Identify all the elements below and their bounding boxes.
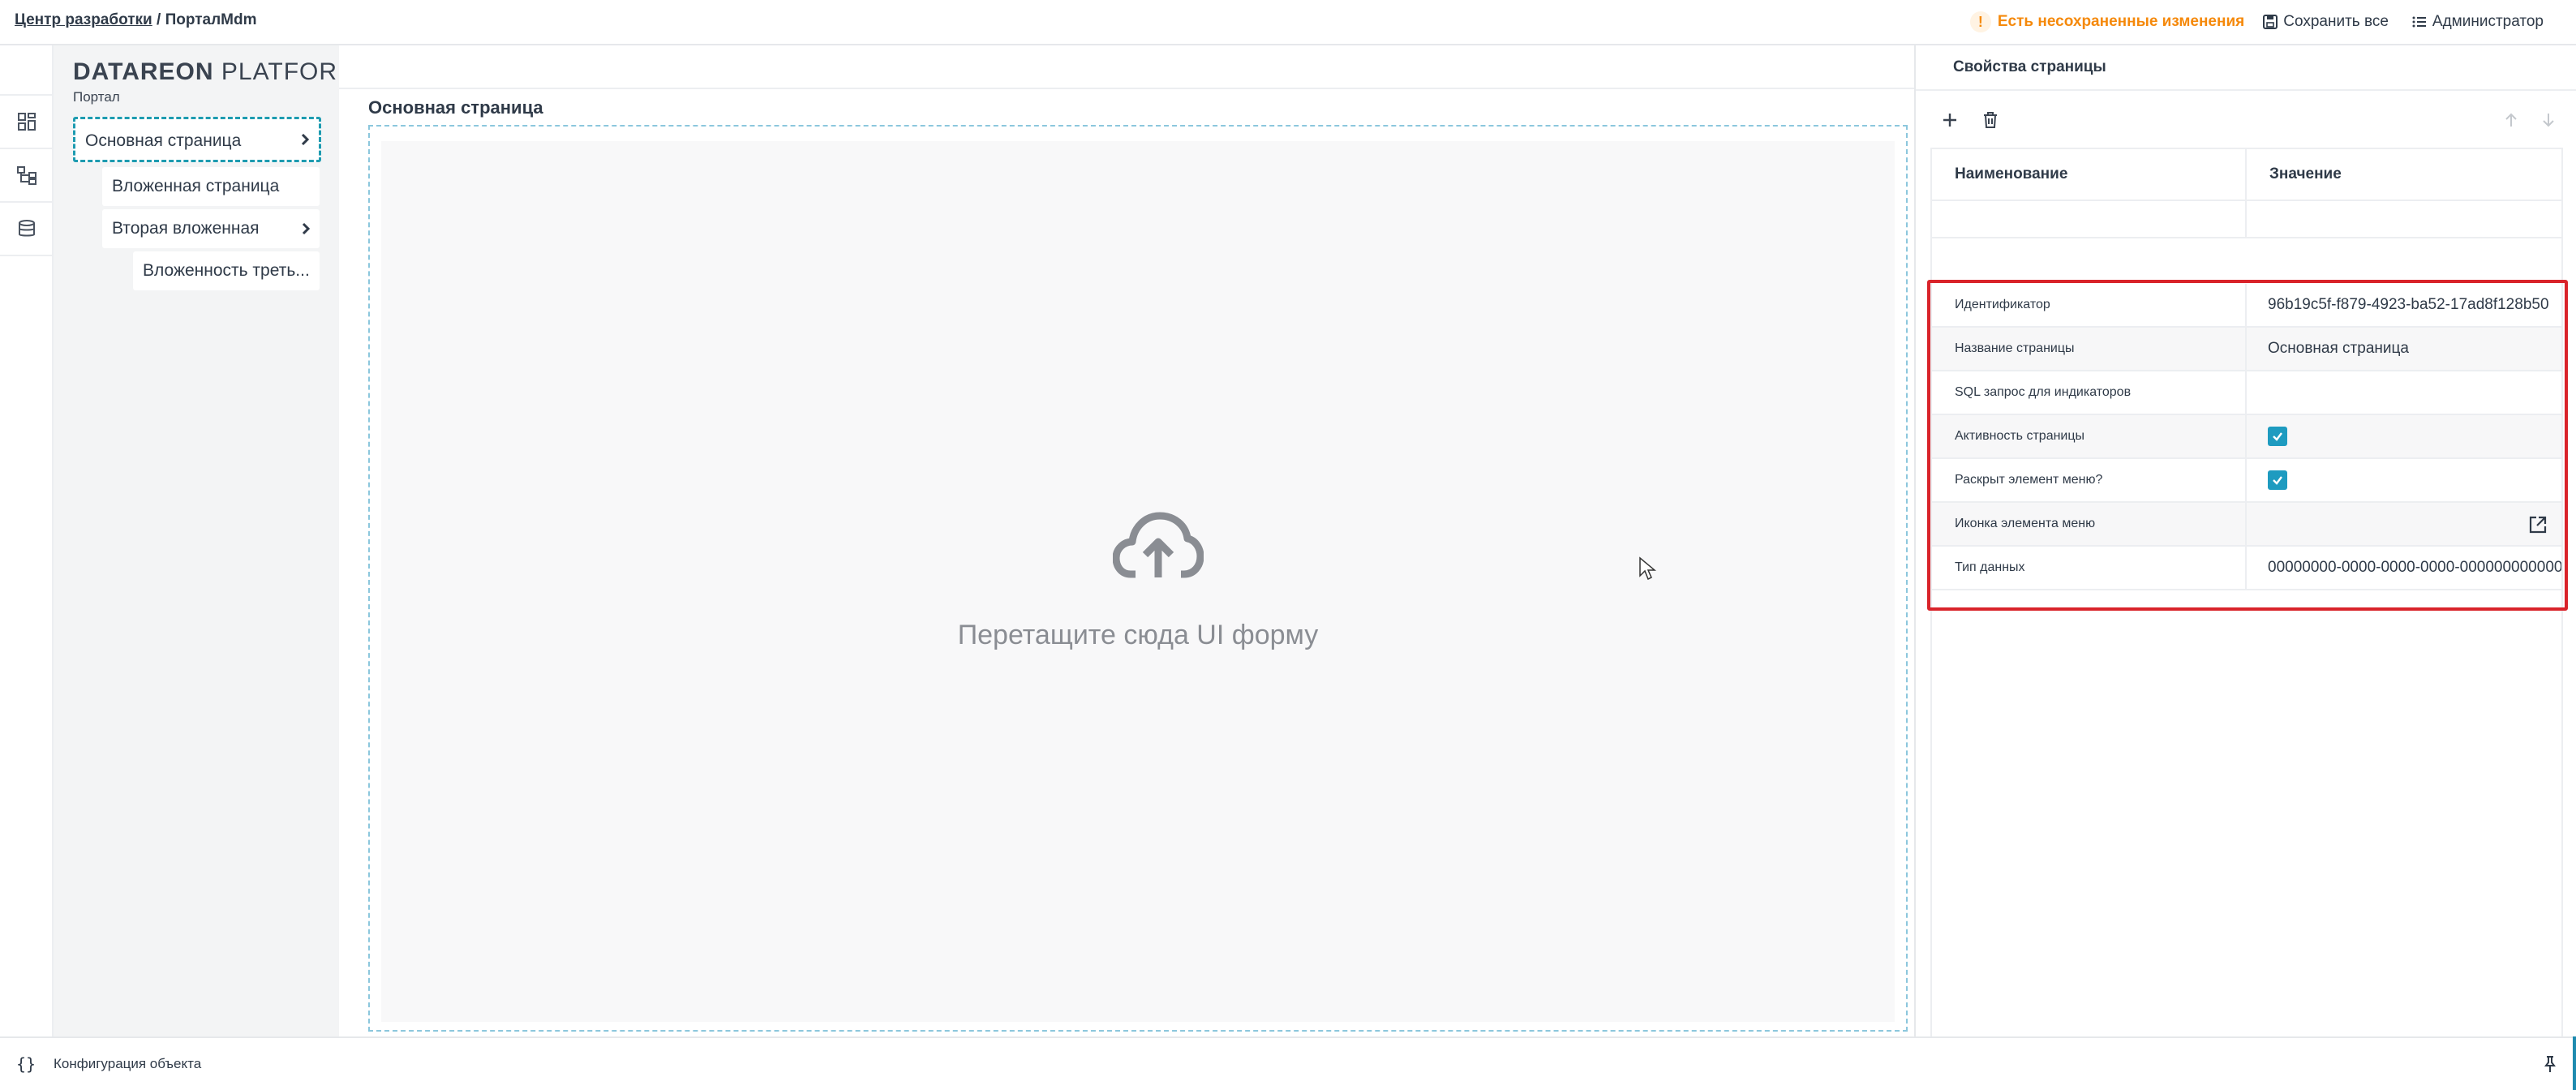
breadcrumb-current: ПорталMdm <box>165 11 257 28</box>
column-header-name: Наименование <box>1932 149 2247 200</box>
arrow-down-icon <box>2543 114 2554 127</box>
save-all-label: Сохранить все <box>2283 13 2389 30</box>
page-title: Основная страница <box>368 97 543 118</box>
object-config-tab[interactable]: Конфигурация объекта <box>54 1056 201 1072</box>
tree-node-main-page[interactable]: Основная страница* <box>73 117 321 162</box>
rail-item-hierarchy[interactable] <box>0 149 54 203</box>
hierarchy-icon <box>17 166 36 185</box>
page-canvas: Основная страница Перетащите сюда UI фор… <box>339 45 1914 1036</box>
page-properties-panel: Свойства страницы Наименование Значение … <box>1914 45 2576 1036</box>
column-header-value: Значение <box>2269 165 2342 182</box>
datareon-logo: DATAREON PLATFORM <box>73 58 359 85</box>
table-row-empty <box>1932 201 2561 238</box>
trash-icon <box>1984 112 1997 128</box>
rail-item-database[interactable] <box>0 203 54 256</box>
portal-tree-panel: DATAREON PLATFORM Портал Основная страни… <box>54 45 358 1036</box>
properties-grid: Наименование Значение Идентификатор 96b1… <box>1927 148 2568 1036</box>
dashboard-icon <box>18 113 36 131</box>
warning-icon: ! <box>1969 11 1991 32</box>
move-up-button[interactable] <box>2495 104 2527 136</box>
breadcrumb-link-dev-center[interactable]: Центр разработки <box>15 11 152 28</box>
top-bar: Центр разработки / ПорталMdm ! Есть несо… <box>0 0 2576 45</box>
properties-title: Свойства страницы <box>1953 58 2106 75</box>
plus-icon <box>1943 114 1956 127</box>
tree-node-third-level[interactable]: Вложенность треть... <box>133 251 320 290</box>
rail-item-dashboard[interactable] <box>0 96 54 149</box>
add-property-button[interactable] <box>1934 104 1966 136</box>
user-menu-button[interactable]: Администратор <box>2406 13 2548 31</box>
highlight-frame <box>1927 280 2568 611</box>
modified-marker: * <box>247 128 253 136</box>
tree-node-label: Основная страница* <box>85 129 291 151</box>
move-down-button[interactable] <box>2532 104 2565 136</box>
database-icon <box>19 220 35 237</box>
braces-icon: {} <box>16 1054 36 1074</box>
tree-node-second-nested[interactable]: Вторая вложенная <box>102 209 320 248</box>
portal-label: Портал <box>73 89 120 105</box>
tree-node-label: Вложенная страница <box>112 177 280 195</box>
arrow-up-icon <box>2505 113 2517 127</box>
tree-node-label: Вложенность треть... <box>143 261 310 280</box>
user-name: Администратор <box>2432 13 2544 30</box>
chevron-right-icon[interactable] <box>292 215 320 242</box>
delete-property-button[interactable] <box>1974 104 2007 136</box>
cloud-upload-icon <box>1113 512 1204 578</box>
dropzone-hint: Перетащите сюда UI форму <box>957 620 1319 650</box>
breadcrumb: Центр разработки / ПорталMdm <box>15 11 256 29</box>
pin-icon[interactable] <box>2540 1054 2560 1074</box>
tree-node-nested-page[interactable]: Вложенная страница <box>102 167 320 206</box>
bottom-bar: {} Конфигурация объекта <box>0 1036 2576 1090</box>
panel-edge-accent <box>2573 1036 2576 1090</box>
unsaved-changes-text: Есть несохраненные изменения <box>1997 13 2245 30</box>
grid-header: Наименование Значение <box>1932 148 2561 201</box>
list-icon <box>2412 16 2426 28</box>
breadcrumb-separator: / <box>152 11 165 28</box>
unsaved-changes-indicator: ! Есть несохраненные изменения <box>1969 11 2245 32</box>
tree-node-label: Вторая вложенная <box>112 219 260 238</box>
left-icon-rail <box>0 45 54 1036</box>
floppy-disk-icon <box>2263 15 2278 29</box>
save-all-button[interactable]: Сохранить все <box>2257 13 2394 31</box>
ui-form-dropzone[interactable]: Перетащите сюда UI форму <box>368 125 1908 1032</box>
chevron-right-icon[interactable] <box>291 126 319 153</box>
mouse-cursor-icon <box>1639 556 1656 581</box>
